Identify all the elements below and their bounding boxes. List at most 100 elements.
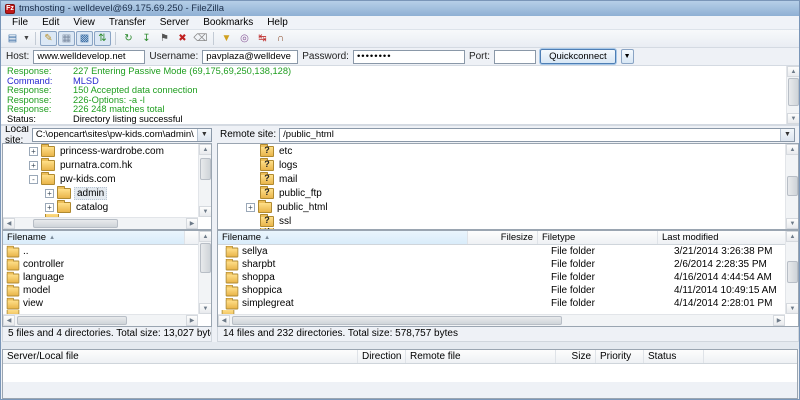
remote-list-horizontal-scrollbar[interactable]: ◀ ▶ bbox=[218, 314, 785, 326]
site-manager-dropdown-icon[interactable]: ▼ bbox=[22, 31, 31, 46]
quickconnect-dropdown-icon[interactable]: ▼ bbox=[621, 49, 634, 64]
scroll-up-icon[interactable]: ▲ bbox=[787, 66, 799, 77]
scroll-down-icon[interactable]: ▼ bbox=[787, 113, 799, 124]
file-row[interactable]: model bbox=[3, 284, 211, 297]
menu-edit[interactable]: Edit bbox=[35, 16, 66, 29]
scroll-down-icon[interactable]: ▼ bbox=[786, 218, 799, 229]
sync-browsing-icon[interactable]: ↹ bbox=[254, 31, 271, 46]
tree-row[interactable]: + catalog bbox=[3, 200, 211, 214]
column-header-status[interactable]: Status bbox=[644, 350, 704, 363]
tree-row[interactable]: etc bbox=[218, 144, 798, 158]
local-tree-toggle-icon[interactable]: ▦ bbox=[58, 31, 75, 46]
menu-help[interactable]: Help bbox=[260, 16, 295, 29]
file-row[interactable]: sellya File folder 3/21/2014 3:26:38 PM … bbox=[218, 245, 798, 258]
column-header-remote-file[interactable]: Remote file bbox=[406, 350, 556, 363]
filter-icon[interactable]: ▼ bbox=[218, 31, 235, 46]
log-vertical-scrollbar[interactable]: ▲ ▼ bbox=[786, 66, 799, 124]
file-row[interactable]: language bbox=[3, 271, 211, 284]
reconnect-icon[interactable]: ⌫ bbox=[192, 31, 209, 46]
scroll-up-icon[interactable]: ▲ bbox=[786, 144, 799, 155]
local-tree-vertical-scrollbar[interactable]: ▲ ▼ bbox=[198, 144, 211, 217]
scroll-up-icon[interactable]: ▲ bbox=[786, 231, 799, 242]
column-header-filesize[interactable]: Filesize bbox=[468, 231, 538, 244]
menu-bookmarks[interactable]: Bookmarks bbox=[196, 16, 260, 29]
menu-view[interactable]: View bbox=[66, 16, 102, 29]
local-site-combobox[interactable]: C:\opencart\sites\pw-kids.com\admin\ ▼ bbox=[32, 128, 212, 142]
column-header-filename[interactable]: Filename ▲ bbox=[218, 231, 468, 244]
expand-icon[interactable]: + bbox=[246, 203, 255, 212]
scroll-up-icon[interactable]: ▲ bbox=[199, 231, 212, 242]
queue-toggle-icon[interactable]: ⇅ bbox=[94, 31, 111, 46]
chevron-down-icon[interactable]: ▼ bbox=[780, 129, 794, 141]
menu-server[interactable]: Server bbox=[153, 16, 196, 29]
scroll-left-icon[interactable]: ◀ bbox=[3, 315, 15, 326]
scrollbar-thumb[interactable] bbox=[787, 176, 798, 196]
column-header-server-local-file[interactable]: Server/Local file bbox=[3, 350, 358, 363]
tree-row[interactable]: + princess-wardrobe.com bbox=[3, 144, 211, 158]
column-header-filename[interactable]: Filename ▲ bbox=[3, 231, 185, 244]
expand-icon[interactable]: + bbox=[45, 189, 54, 198]
disconnect-icon[interactable]: ✖ bbox=[174, 31, 191, 46]
username-input[interactable] bbox=[202, 50, 298, 64]
tree-row[interactable]: + purnatra.com.hk bbox=[3, 158, 211, 172]
chevron-down-icon[interactable]: ▼ bbox=[197, 129, 211, 141]
local-list-horizontal-scrollbar[interactable]: ◀ ▶ bbox=[3, 314, 198, 326]
expand-icon[interactable]: + bbox=[45, 203, 54, 212]
local-list-vertical-scrollbar[interactable]: ▲ ▼ bbox=[198, 231, 211, 314]
tree-row[interactable]: + public_html bbox=[218, 200, 798, 214]
refresh-icon[interactable]: ↻ bbox=[120, 31, 137, 46]
password-input[interactable] bbox=[353, 50, 465, 64]
scrollbar-thumb[interactable] bbox=[200, 243, 211, 273]
find-icon[interactable]: ∩ bbox=[272, 31, 289, 46]
remote-list-vertical-scrollbar[interactable]: ▲ ▼ bbox=[785, 231, 798, 314]
quickconnect-button[interactable]: Quickconnect bbox=[540, 49, 616, 64]
scroll-up-icon[interactable]: ▲ bbox=[199, 144, 212, 155]
pane-splitter[interactable] bbox=[1, 342, 799, 349]
scroll-down-icon[interactable]: ▼ bbox=[199, 206, 212, 217]
collapse-icon[interactable]: - bbox=[29, 175, 38, 184]
tree-row[interactable]: logs bbox=[218, 158, 798, 172]
tree-row[interactable]: mail bbox=[218, 172, 798, 186]
process-queue-icon[interactable]: ↧ bbox=[138, 31, 155, 46]
scroll-left-icon[interactable]: ◀ bbox=[3, 218, 15, 229]
scroll-right-icon[interactable]: ▶ bbox=[186, 315, 198, 326]
file-row[interactable]: sharpbt File folder 2/6/2014 2:28:35 PM … bbox=[218, 258, 798, 271]
file-row[interactable]: simplegreat File folder 4/14/2014 2:28:0… bbox=[218, 297, 798, 310]
file-row[interactable]: view bbox=[3, 297, 211, 310]
column-header-filetype[interactable]: Filetype bbox=[538, 231, 658, 244]
scrollbar-thumb[interactable] bbox=[200, 158, 211, 180]
scroll-right-icon[interactable]: ▶ bbox=[773, 315, 785, 326]
tree-row[interactable]: public_ftp bbox=[218, 186, 798, 200]
file-row[interactable]: .. bbox=[3, 245, 211, 258]
scroll-down-icon[interactable]: ▼ bbox=[786, 303, 799, 314]
tree-row-selected[interactable]: + admin bbox=[3, 186, 211, 200]
remote-tree-vertical-scrollbar[interactable]: ▲ ▼ bbox=[785, 144, 798, 229]
column-header-size[interactable]: Size bbox=[556, 350, 596, 363]
scrollbar-thumb[interactable] bbox=[17, 316, 127, 325]
expand-icon[interactable]: + bbox=[29, 161, 38, 170]
scrollbar-thumb[interactable] bbox=[232, 316, 562, 325]
file-row[interactable]: shoppica File folder 4/11/2014 10:49:15 … bbox=[218, 284, 798, 297]
site-manager-icon[interactable]: ▤ bbox=[4, 31, 21, 46]
local-tree-horizontal-scrollbar[interactable]: ◀ ▶ bbox=[3, 217, 198, 229]
expand-icon[interactable]: + bbox=[29, 147, 38, 156]
menu-file[interactable]: File bbox=[5, 16, 35, 29]
port-input[interactable] bbox=[494, 50, 536, 64]
scroll-right-icon[interactable]: ▶ bbox=[186, 218, 198, 229]
host-input[interactable] bbox=[33, 50, 145, 64]
scrollbar-thumb[interactable] bbox=[788, 78, 799, 106]
menu-transfer[interactable]: Transfer bbox=[102, 16, 153, 29]
file-row[interactable]: controller bbox=[3, 258, 211, 271]
file-row[interactable]: shoppa File folder 4/16/2014 4:44:54 AM … bbox=[218, 271, 798, 284]
remote-site-combobox[interactable]: /public_html ▼ bbox=[279, 128, 795, 142]
scroll-down-icon[interactable]: ▼ bbox=[199, 303, 212, 314]
column-header-permissions[interactable]: Permiss bbox=[798, 231, 799, 244]
scroll-left-icon[interactable]: ◀ bbox=[218, 315, 230, 326]
tree-row[interactable]: ssl bbox=[218, 214, 798, 228]
scrollbar-thumb[interactable] bbox=[33, 219, 118, 228]
cancel-icon[interactable]: ⚑ bbox=[156, 31, 173, 46]
tree-row[interactable]: - pw-kids.com bbox=[3, 172, 211, 186]
remote-tree-toggle-icon[interactable]: ▩ bbox=[76, 31, 93, 46]
column-header-last-modified[interactable]: Last modified bbox=[658, 231, 798, 244]
scrollbar-thumb[interactable] bbox=[787, 261, 798, 283]
